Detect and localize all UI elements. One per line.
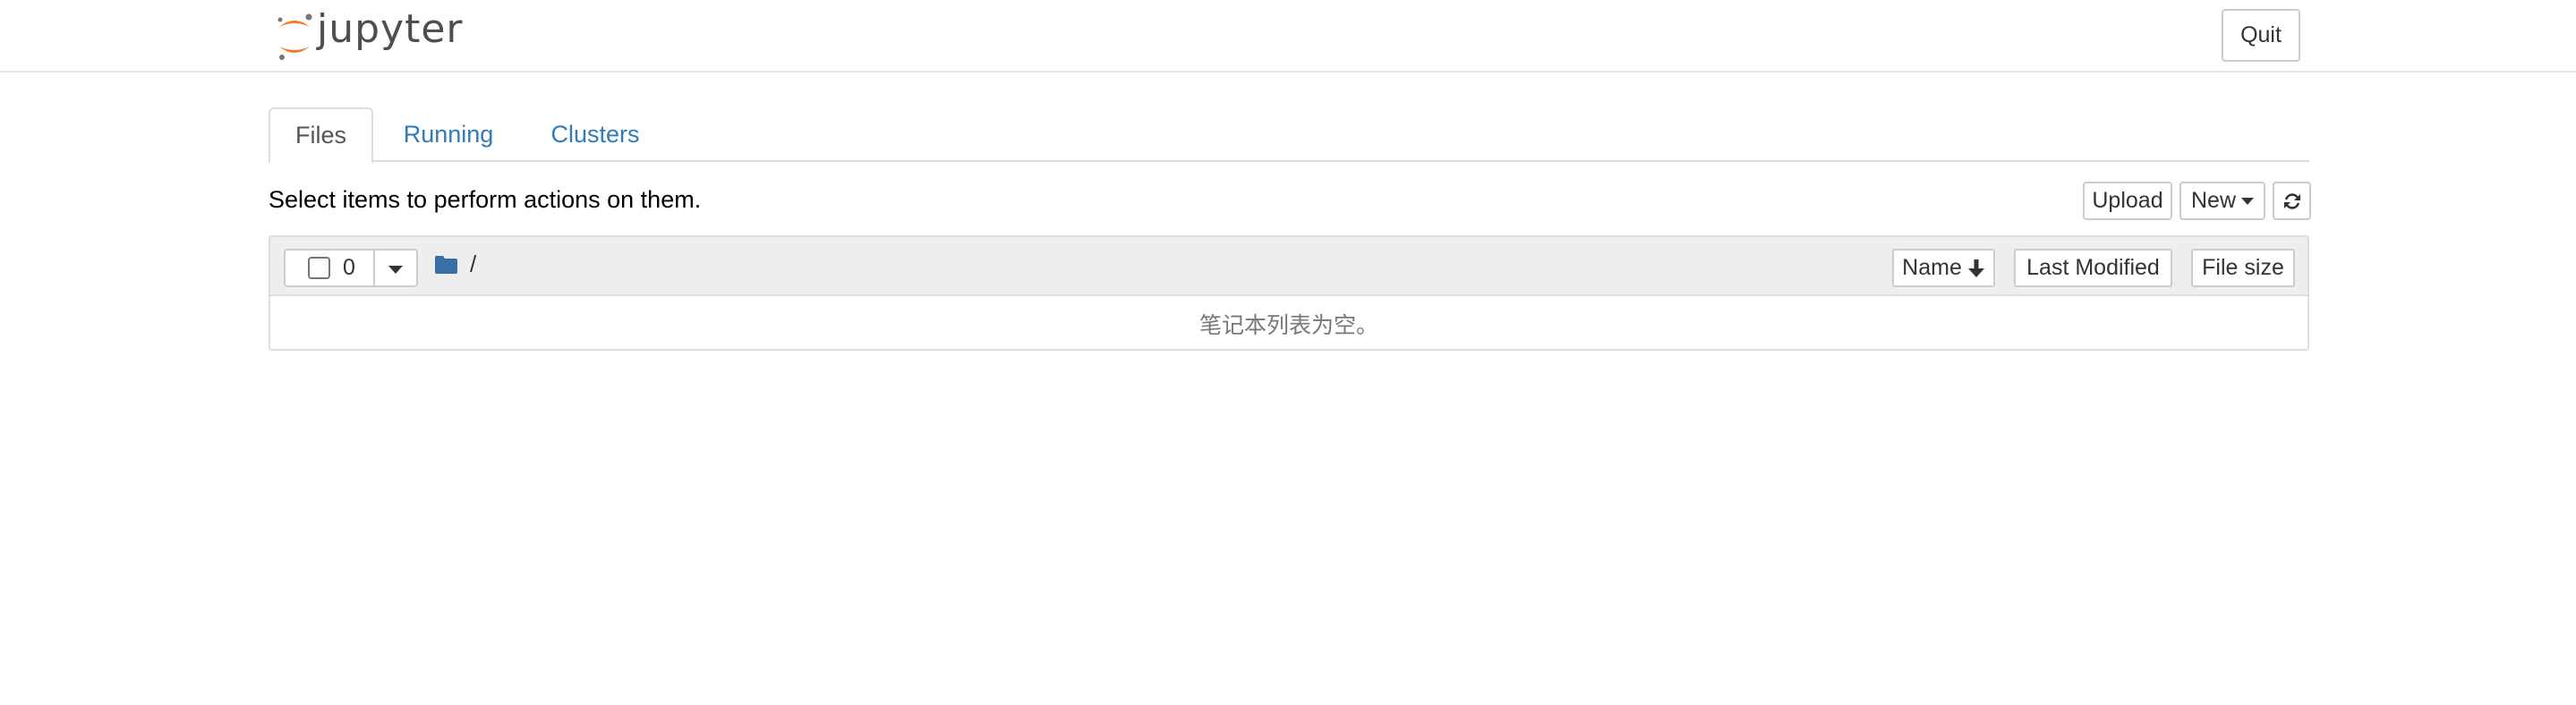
selection-hint: Select items to perform actions on them.: [269, 186, 702, 213]
empty-list-message: 笔记本列表为空。: [1198, 311, 1378, 338]
sort-name-label: Name: [1902, 255, 1962, 280]
folder-icon[interactable]: [434, 255, 458, 275]
breadcrumb: /: [434, 251, 476, 278]
notebook-list: 0 / Name Last Modified File size 笔记本列表为空…: [269, 235, 2309, 351]
sort-by-name-button[interactable]: Name: [1892, 249, 1995, 287]
jupyter-logo-icon: [277, 13, 312, 60]
upload-button[interactable]: Upload: [2083, 182, 2172, 220]
new-button-label: New: [2190, 188, 2236, 213]
breadcrumb-root[interactable]: /: [470, 251, 476, 278]
caret-down-icon: [2241, 197, 2254, 205]
sort-by-modified-button[interactable]: Last Modified: [2014, 249, 2172, 287]
new-dropdown-button[interactable]: New: [2179, 182, 2265, 220]
quit-button[interactable]: Quit: [2222, 9, 2300, 62]
caret-down-icon[interactable]: [388, 266, 403, 274]
tab-files[interactable]: Files: [269, 107, 373, 164]
tab-bar: Files Running Clusters: [269, 107, 2309, 164]
select-all-checkbox[interactable]: [308, 257, 330, 279]
refresh-icon: [2283, 192, 2300, 209]
list-header: 0 / Name Last Modified File size: [270, 237, 2307, 296]
header-bar: jupyter Quit: [0, 0, 2576, 72]
jupyter-logo[interactable]: jupyter: [274, 7, 464, 63]
logo-text: jupyter: [317, 6, 464, 52]
tab-running[interactable]: Running: [394, 107, 503, 162]
arrow-down-icon: [1967, 259, 1984, 277]
tab-clusters[interactable]: Clusters: [539, 107, 652, 162]
select-divider: [373, 251, 375, 285]
sort-by-size-button[interactable]: File size: [2191, 249, 2295, 287]
refresh-button[interactable]: [2273, 182, 2311, 220]
selected-count: 0: [343, 255, 355, 280]
select-all-dropdown[interactable]: 0: [284, 249, 418, 287]
